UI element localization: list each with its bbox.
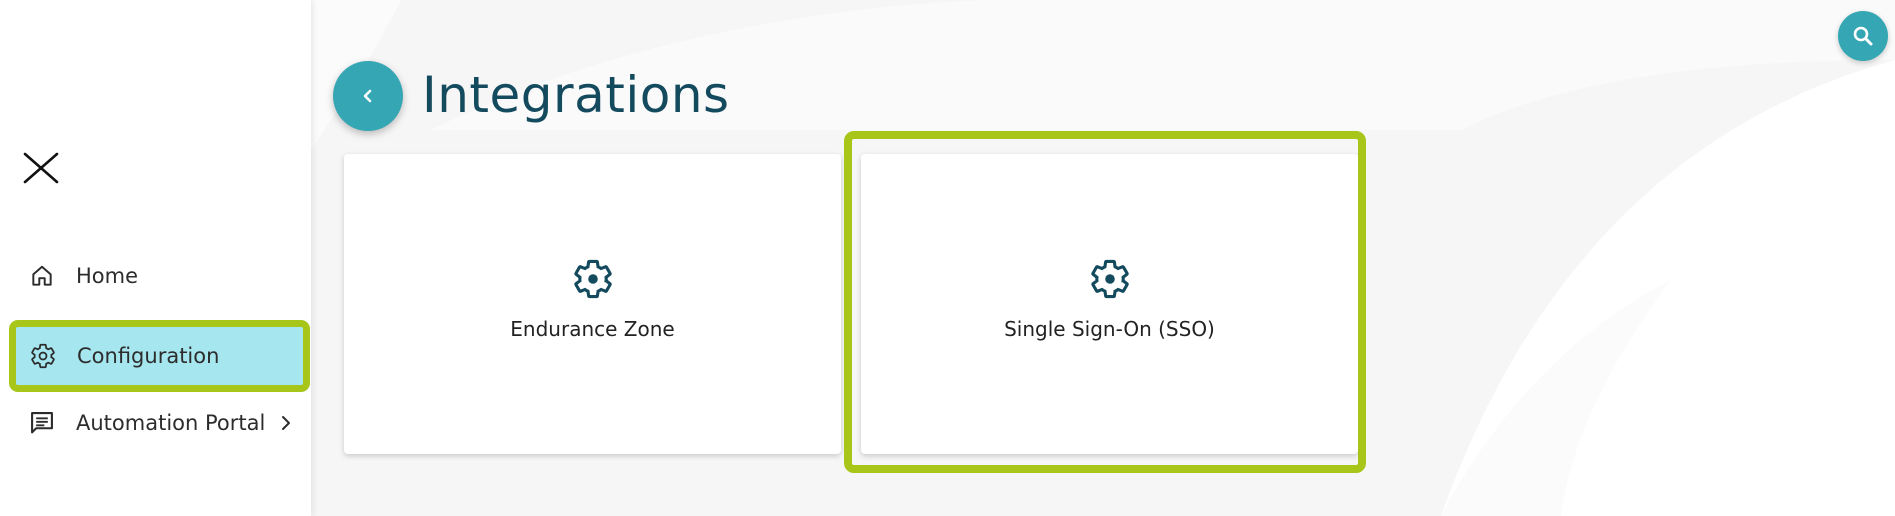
back-button[interactable] <box>333 61 403 131</box>
sidebar-item-label: Automation Portal <box>76 411 266 435</box>
sidebar-item-label: Configuration <box>77 344 220 368</box>
close-sidebar-button[interactable] <box>20 148 62 190</box>
app-root: Home Configuration Automation Portal Int… <box>0 0 1895 516</box>
sidebar-item-configuration[interactable]: Configuration <box>9 320 310 392</box>
search-button[interactable] <box>1838 11 1888 61</box>
sidebar-item-automation-portal[interactable]: Automation Portal <box>8 392 308 454</box>
main-content: Integrations Endurance Zone Single Sign-… <box>311 0 1895 516</box>
gear-icon <box>1090 259 1129 299</box>
close-icon <box>23 152 59 184</box>
page-title: Integrations <box>422 66 730 124</box>
card-label: Endurance Zone <box>510 317 675 341</box>
card-label: Single Sign-On (SSO) <box>1004 317 1215 341</box>
sidebar-item-label: Home <box>76 264 139 288</box>
search-icon <box>1853 26 1873 46</box>
integration-card-endurance-zone[interactable]: Endurance Zone <box>344 154 841 454</box>
integration-card-sso[interactable]: Single Sign-On (SSO) <box>861 154 1358 454</box>
sidebar-item-home[interactable]: Home <box>8 245 308 307</box>
chat-icon <box>28 409 56 437</box>
gear-icon <box>29 342 57 370</box>
sidebar: Home Configuration Automation Portal <box>0 0 311 516</box>
home-icon <box>28 262 56 290</box>
gear-icon <box>573 259 612 299</box>
chevron-right-icon <box>279 415 293 431</box>
chevron-left-icon <box>363 89 372 103</box>
